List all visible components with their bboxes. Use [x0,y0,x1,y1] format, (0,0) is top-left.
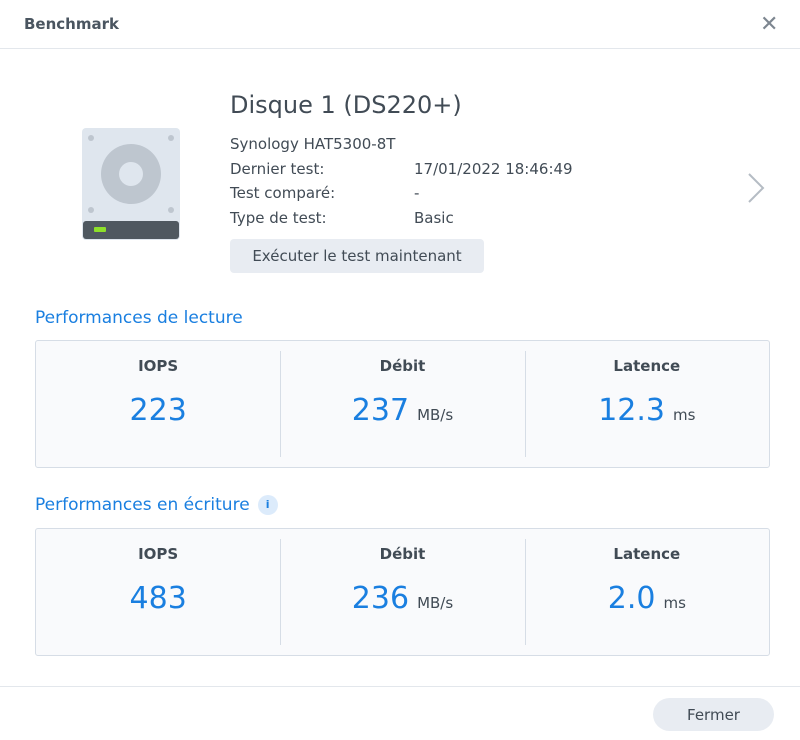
metric-label: Latence [613,545,681,563]
metric-value: 223 [129,393,187,428]
info-icon[interactable]: i [257,495,278,515]
last-test-value: 17/01/2022 18:46:49 [414,160,573,178]
compared-test-label: Test comparé: [230,184,336,202]
write-performance-panel: IOPS 483 Débit 236 MB/s Latence 2.0 ms [35,528,770,656]
metric-unit: ms [663,594,686,612]
test-type-value: Basic [414,209,454,227]
metric-value: 12.3 [598,393,665,428]
read-iops: IOPS 223 [36,341,280,467]
write-heading-text: Performances en écriture [35,495,250,515]
read-throughput: Débit 237 MB/s [280,341,524,467]
metric-label: Débit [379,545,426,563]
write-performance-heading: Performances en écriture i [35,495,278,515]
metric-value: 483 [129,581,187,616]
metric-value: 236 [351,581,410,616]
close-button[interactable]: Fermer [653,698,774,731]
metric-unit: ms [673,406,696,424]
chevron-right-icon[interactable] [745,170,767,206]
test-type-label: Type de test: [230,209,327,227]
read-latency: Latence 12.3 ms [524,341,769,467]
dialog-titlebar: Benchmark ✕ [0,0,800,49]
dialog-title: Benchmark [24,15,119,33]
metric-label: IOPS [138,357,179,375]
footer-divider [0,686,800,687]
hard-disk-icon [82,128,180,240]
metric-value: 2.0 [607,581,656,616]
write-iops: IOPS 483 [36,529,280,655]
compared-test-value: - [414,184,420,202]
metric-label: Débit [379,357,426,375]
write-throughput: Débit 236 MB/s [280,529,524,655]
disk-model: Synology HAT5300-8T [230,135,396,153]
metric-unit: MB/s [417,406,454,424]
metric-label: IOPS [138,545,179,563]
disk-name: Disque 1 (DS220+) [230,91,462,119]
metric-label: Latence [613,357,681,375]
write-latency: Latence 2.0 ms [524,529,769,655]
run-test-button[interactable]: Exécuter le test maintenant [230,239,484,273]
read-performance-panel: IOPS 223 Débit 237 MB/s Latence 12.3 ms [35,340,770,468]
read-performance-heading: Performances de lecture [35,308,243,328]
last-test-label: Dernier test: [230,160,325,178]
close-icon[interactable]: ✕ [760,12,778,37]
metric-unit: MB/s [417,594,454,612]
metric-value: 237 [351,393,410,428]
